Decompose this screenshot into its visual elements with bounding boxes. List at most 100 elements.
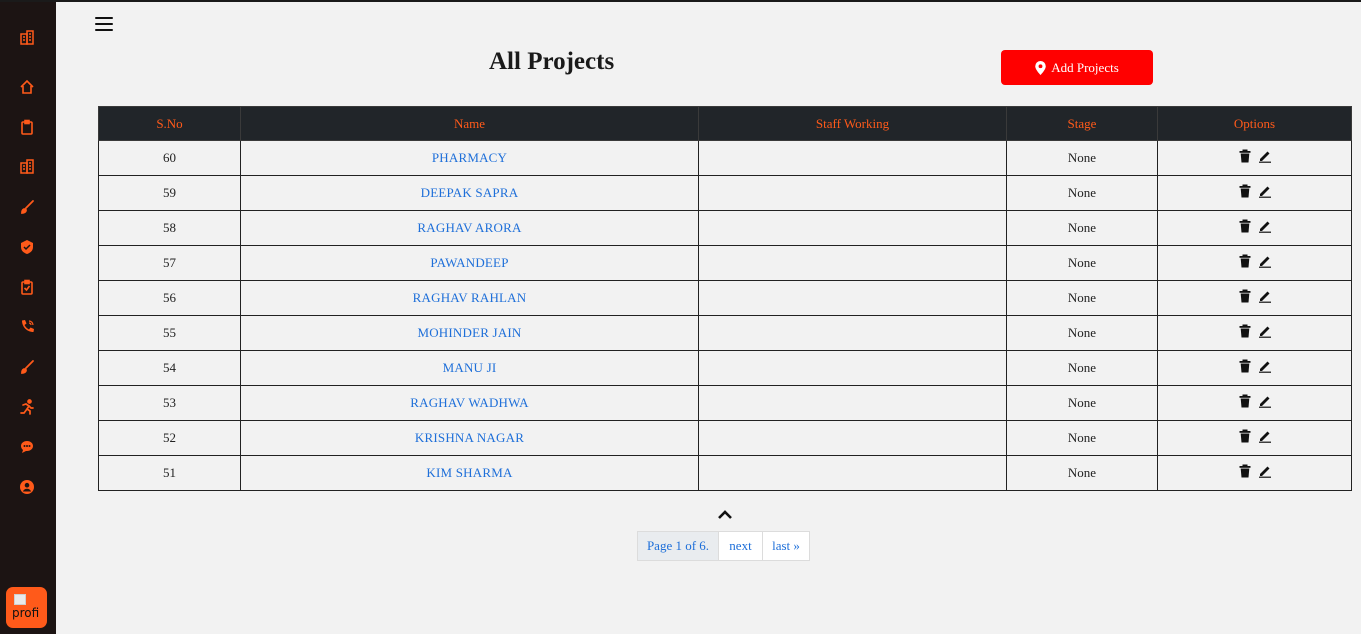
project-name-link[interactable]: RAGHAV ARORA bbox=[417, 220, 521, 235]
trash-icon[interactable] bbox=[1238, 219, 1252, 233]
edit-icon[interactable] bbox=[1258, 149, 1272, 163]
pagination-current: Page 1 of 6. bbox=[637, 531, 719, 561]
cell-staff-working bbox=[698, 245, 1007, 281]
header-stage: Stage bbox=[1006, 106, 1158, 141]
project-name-link[interactable]: MOHINDER JAIN bbox=[417, 325, 521, 340]
cell-staff-working bbox=[698, 175, 1007, 211]
edit-icon[interactable] bbox=[1258, 289, 1272, 303]
edit-icon[interactable] bbox=[1258, 254, 1272, 268]
cell-sno: 57 bbox=[98, 245, 241, 281]
project-name-link[interactable]: DEEPAK SAPRA bbox=[421, 185, 519, 200]
project-name-link[interactable]: KRISHNA NAGAR bbox=[415, 430, 524, 445]
cell-staff-working bbox=[698, 210, 1007, 246]
cell-name: KIM SHARMA bbox=[240, 455, 699, 491]
table-row: 55 MOHINDER JAIN None bbox=[98, 315, 1352, 351]
table-row: 53 RAGHAV WADHWA None bbox=[98, 385, 1352, 421]
table-row: 52 KRISHNA NAGAR None bbox=[98, 420, 1352, 456]
pagination-last[interactable]: last » bbox=[762, 531, 810, 561]
cell-options bbox=[1157, 175, 1352, 211]
cell-staff-working bbox=[698, 420, 1007, 456]
brush-icon[interactable] bbox=[17, 357, 37, 377]
cell-staff-working bbox=[698, 455, 1007, 491]
cell-sno: 55 bbox=[98, 315, 241, 351]
cell-sno: 58 bbox=[98, 210, 241, 246]
table-row: 57 PAWANDEEP None bbox=[98, 245, 1352, 281]
edit-icon[interactable] bbox=[1258, 429, 1272, 443]
cell-name: PAWANDEEP bbox=[240, 245, 699, 281]
trash-icon[interactable] bbox=[1238, 254, 1252, 268]
map-pin-icon bbox=[1035, 60, 1046, 75]
cell-staff-working bbox=[698, 385, 1007, 421]
cell-options bbox=[1157, 385, 1352, 421]
project-name-link[interactable]: KIM SHARMA bbox=[426, 465, 512, 480]
cell-stage: None bbox=[1006, 420, 1158, 456]
profile-avatar[interactable]: profi bbox=[6, 587, 47, 628]
edit-icon[interactable] bbox=[1258, 184, 1272, 198]
project-name-link[interactable]: PAWANDEEP bbox=[430, 255, 508, 270]
menu-toggle-icon[interactable] bbox=[95, 17, 113, 33]
edit-icon[interactable] bbox=[1258, 219, 1272, 233]
table-row: 54 MANU JI None bbox=[98, 350, 1352, 386]
trash-icon[interactable] bbox=[1238, 184, 1252, 198]
badge-icon[interactable] bbox=[17, 237, 37, 257]
phone-icon[interactable] bbox=[17, 317, 37, 337]
home-icon[interactable] bbox=[17, 77, 37, 97]
edit-icon[interactable] bbox=[1258, 394, 1272, 408]
table-row: 60 PHARMACY None bbox=[98, 140, 1352, 176]
cell-options bbox=[1157, 245, 1352, 281]
building-icon[interactable] bbox=[17, 157, 37, 177]
edit-icon[interactable] bbox=[1258, 324, 1272, 338]
brush-icon[interactable] bbox=[17, 197, 37, 217]
cell-options bbox=[1157, 140, 1352, 176]
cell-stage: None bbox=[1006, 175, 1158, 211]
project-name-link[interactable]: PHARMACY bbox=[432, 150, 507, 165]
user-icon[interactable] bbox=[17, 477, 37, 497]
page-title: All Projects bbox=[489, 48, 615, 75]
edit-icon[interactable] bbox=[1258, 464, 1272, 478]
cell-staff-working bbox=[698, 315, 1007, 351]
cell-name: KRISHNA NAGAR bbox=[240, 420, 699, 456]
building-icon[interactable] bbox=[17, 28, 37, 48]
project-name-link[interactable]: RAGHAV WADHWA bbox=[410, 395, 529, 410]
cell-options bbox=[1157, 315, 1352, 351]
cell-name: RAGHAV RAHLAN bbox=[240, 280, 699, 316]
cell-sno: 51 bbox=[98, 455, 241, 491]
sidebar: profi bbox=[0, 2, 56, 634]
cell-options bbox=[1157, 420, 1352, 456]
cell-name: MOHINDER JAIN bbox=[240, 315, 699, 351]
clipboard-check-icon[interactable] bbox=[17, 277, 37, 297]
add-projects-button[interactable]: Add Projects bbox=[1001, 50, 1153, 85]
cell-stage: None bbox=[1006, 140, 1158, 176]
project-name-link[interactable]: RAGHAV RAHLAN bbox=[413, 290, 527, 305]
cell-options bbox=[1157, 455, 1352, 491]
cell-staff-working bbox=[698, 280, 1007, 316]
running-icon[interactable] bbox=[17, 397, 37, 417]
trash-icon[interactable] bbox=[1238, 149, 1252, 163]
edit-icon[interactable] bbox=[1258, 359, 1272, 373]
trash-icon[interactable] bbox=[1238, 429, 1252, 443]
header-sno: S.No bbox=[98, 106, 241, 141]
table-row: 56 RAGHAV RAHLAN None bbox=[98, 280, 1352, 316]
add-projects-label: Add Projects bbox=[1051, 59, 1119, 75]
trash-icon[interactable] bbox=[1238, 464, 1252, 478]
cell-sno: 53 bbox=[98, 385, 241, 421]
pagination: Page 1 of 6. next last » bbox=[637, 531, 810, 561]
cell-options bbox=[1157, 210, 1352, 246]
trash-icon[interactable] bbox=[1238, 394, 1252, 408]
cell-stage: None bbox=[1006, 350, 1158, 386]
cell-sno: 56 bbox=[98, 280, 241, 316]
trash-icon[interactable] bbox=[1238, 324, 1252, 338]
clipboard-icon[interactable] bbox=[17, 117, 37, 137]
cell-options bbox=[1157, 350, 1352, 386]
cell-stage: None bbox=[1006, 210, 1158, 246]
cell-name: DEEPAK SAPRA bbox=[240, 175, 699, 211]
cell-sno: 60 bbox=[98, 140, 241, 176]
chat-icon[interactable] bbox=[17, 437, 37, 457]
trash-icon[interactable] bbox=[1238, 289, 1252, 303]
scroll-up-chevron-icon[interactable] bbox=[717, 508, 733, 520]
pagination-next[interactable]: next bbox=[718, 531, 763, 561]
project-name-link[interactable]: MANU JI bbox=[443, 360, 497, 375]
table-row: 51 KIM SHARMA None bbox=[98, 455, 1352, 491]
cell-name: PHARMACY bbox=[240, 140, 699, 176]
trash-icon[interactable] bbox=[1238, 359, 1252, 373]
